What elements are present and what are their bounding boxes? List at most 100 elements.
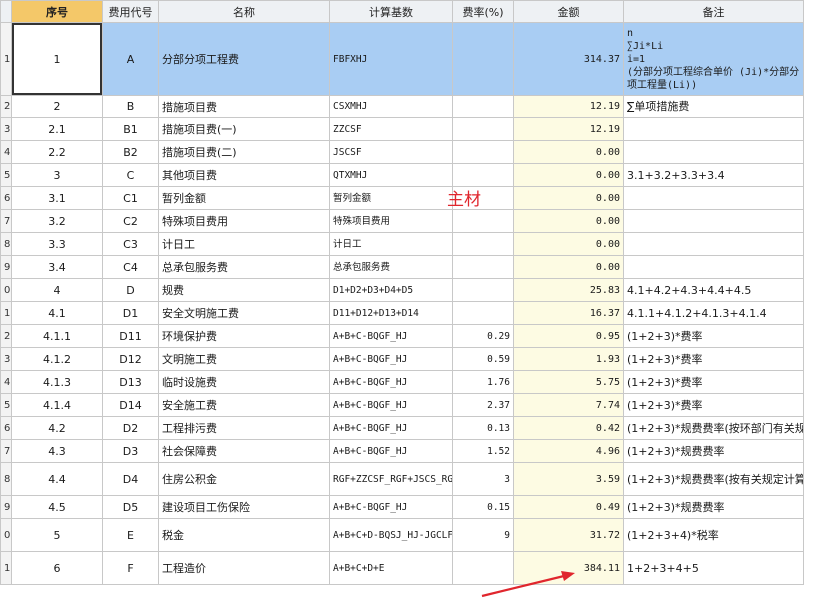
- table-row[interactable]: 4 4.1.3 D13 临时设施费 A+B+C-BQGF_HJ 1.76 5.75 (1+2+…: [0, 370, 804, 394]
- amount-cell[interactable]: 25.83: [513, 278, 624, 302]
- column-header-base[interactable]: 计算基数: [329, 0, 453, 23]
- row-number-cell[interactable]: 9: [0, 495, 12, 519]
- code-cell[interactable]: C1: [102, 186, 159, 210]
- name-cell[interactable]: 工程排污费: [158, 416, 330, 440]
- code-cell[interactable]: D2: [102, 416, 159, 440]
- amount-cell[interactable]: 0.42: [513, 416, 624, 440]
- amount-cell[interactable]: 12.19: [513, 95, 624, 118]
- seq-cell[interactable]: 3.4: [11, 255, 103, 279]
- table-row[interactable]: 5 3 C 其他项目费 QTXMHJ 0.00 3.1+3.2+3.3+3.4: [0, 163, 804, 187]
- note-cell[interactable]: 3.1+3.2+3.3+3.4: [623, 163, 804, 187]
- note-cell[interactable]: (1+2+3)*规费费率(按有关规定计算): [623, 462, 804, 496]
- note-cell[interactable]: (1+2+3+4)*税率: [623, 518, 804, 552]
- amount-cell[interactable]: 0.00: [513, 232, 624, 256]
- row-number-cell[interactable]: 7: [0, 439, 12, 463]
- row-number-cell[interactable]: 0: [0, 518, 12, 552]
- base-cell[interactable]: D1+D2+D3+D4+D5: [329, 278, 453, 302]
- base-cell[interactable]: CSXMHJ: [329, 95, 453, 118]
- row-number-cell[interactable]: 5: [0, 393, 12, 417]
- name-cell[interactable]: 安全文明施工费: [158, 301, 330, 325]
- seq-cell[interactable]: 4.1: [11, 301, 103, 325]
- name-cell[interactable]: 文明施工费: [158, 347, 330, 371]
- amount-cell[interactable]: 0.00: [513, 163, 624, 187]
- name-cell[interactable]: 环境保护费: [158, 324, 330, 348]
- table-row[interactable]: 84.4D4住房公积金RGF+ZZCSF_RGF+JSCS_RGF-BQGF_R…: [0, 462, 804, 496]
- rate-cell[interactable]: [452, 301, 514, 325]
- amount-cell[interactable]: 7.74: [513, 393, 624, 417]
- note-cell[interactable]: [623, 186, 804, 210]
- amount-cell[interactable]: 5.75: [513, 370, 624, 394]
- amount-cell[interactable]: 16.37: [513, 301, 624, 325]
- note-cell[interactable]: (1+2+3)*费率: [623, 347, 804, 371]
- rate-cell[interactable]: [452, 278, 514, 302]
- table-row[interactable]: 1 1 A 分部分项工程费 FBFXHJ 314.37 n ∑Ji*Li i=1 (分部分项…: [0, 22, 804, 96]
- code-cell[interactable]: D12: [102, 347, 159, 371]
- code-cell[interactable]: C4: [102, 255, 159, 279]
- rate-cell[interactable]: [452, 95, 514, 118]
- row-number-cell[interactable]: 7: [0, 209, 12, 233]
- code-cell[interactable]: D5: [102, 495, 159, 519]
- row-number-cell[interactable]: 8: [0, 462, 12, 496]
- row-number-cell[interactable]: 4: [0, 370, 12, 394]
- name-cell[interactable]: 临时设施费: [158, 370, 330, 394]
- amount-cell[interactable]: 0.00: [513, 140, 624, 164]
- table-row[interactable]: 3 2.1 B1 措施项目费(一) ZZCSF 12.19: [0, 117, 804, 141]
- name-cell[interactable]: 其他项目费: [158, 163, 330, 187]
- code-cell[interactable]: D3: [102, 439, 159, 463]
- base-cell[interactable]: A+B+C-BQGF_HJ: [329, 495, 453, 519]
- rate-cell[interactable]: [452, 232, 514, 256]
- rate-cell[interactable]: 3: [452, 462, 514, 496]
- row-number-cell[interactable]: 8: [0, 232, 12, 256]
- code-cell[interactable]: D11: [102, 324, 159, 348]
- seq-cell[interactable]: 4: [11, 278, 103, 302]
- code-cell[interactable]: B: [102, 95, 159, 118]
- amount-cell[interactable]: 0.49: [513, 495, 624, 519]
- base-cell[interactable]: RGF+ZZCSF_RGF+JSCS_RGF-BQGF_RGF: [329, 462, 453, 496]
- table-row[interactable]: 7 3.2 C2 特殊项目费用 特殊项目费用 0.00: [0, 209, 804, 233]
- base-cell[interactable]: A+B+C-BQGF_HJ: [329, 347, 453, 371]
- table-row[interactable]: 8 3.3 C3 计日工 计日工 0.00: [0, 232, 804, 256]
- rate-cell[interactable]: 0.59: [452, 347, 514, 371]
- table-row[interactable]: 9 3.4 C4 总承包服务费 总承包服务费 0.00: [0, 255, 804, 279]
- row-number-cell[interactable]: 2: [0, 95, 12, 118]
- amount-cell[interactable]: 4.96: [513, 439, 624, 463]
- rate-cell[interactable]: 9: [452, 518, 514, 552]
- name-cell[interactable]: 规费: [158, 278, 330, 302]
- row-number-cell[interactable]: 2: [0, 324, 12, 348]
- rate-cell[interactable]: [452, 22, 514, 96]
- code-cell[interactable]: D14: [102, 393, 159, 417]
- amount-cell[interactable]: 0.00: [513, 209, 624, 233]
- rate-cell[interactable]: 2.37: [452, 393, 514, 417]
- column-header-amount[interactable]: 金额: [513, 0, 624, 23]
- code-cell[interactable]: C3: [102, 232, 159, 256]
- name-cell[interactable]: 措施项目费(一): [158, 117, 330, 141]
- code-cell[interactable]: A: [102, 22, 159, 96]
- code-cell[interactable]: E: [102, 518, 159, 552]
- name-cell[interactable]: 措施项目费(二): [158, 140, 330, 164]
- seq-cell[interactable]: 4.5: [11, 495, 103, 519]
- seq-cell[interactable]: 6: [11, 551, 103, 585]
- base-cell[interactable]: JSCSF: [329, 140, 453, 164]
- note-cell[interactable]: [623, 117, 804, 141]
- name-cell[interactable]: 特殊项目费用: [158, 209, 330, 233]
- name-cell[interactable]: 住房公积金: [158, 462, 330, 496]
- table-row[interactable]: 6 3.1 C1 暂列金额 暂列金额 0.00: [0, 186, 804, 210]
- row-number-cell[interactable]: 3: [0, 117, 12, 141]
- rate-cell[interactable]: [452, 551, 514, 585]
- seq-cell[interactable]: 4.3: [11, 439, 103, 463]
- amount-cell[interactable]: 0.00: [513, 186, 624, 210]
- base-cell[interactable]: 总承包服务费: [329, 255, 453, 279]
- name-cell[interactable]: 工程造价: [158, 551, 330, 585]
- rate-cell[interactable]: 0.15: [452, 495, 514, 519]
- row-number-cell[interactable]: 3: [0, 347, 12, 371]
- base-cell[interactable]: A+B+C-BQGF_HJ: [329, 393, 453, 417]
- note-cell[interactable]: [623, 209, 804, 233]
- column-header-seq[interactable]: 序号: [11, 0, 103, 23]
- table-row[interactable]: 1 4.1 D1 安全文明施工费 D11+D12+D13+D14 16.37 4.1.1+4…: [0, 301, 804, 325]
- column-header-name[interactable]: 名称: [158, 0, 330, 23]
- table-row[interactable]: 6 4.2 D2 工程排污费 A+B+C-BQGF_HJ 0.13 0.42 (1+2+3)*…: [0, 416, 804, 440]
- note-cell[interactable]: (1+2+3)*费率: [623, 370, 804, 394]
- base-cell[interactable]: 特殊项目费用: [329, 209, 453, 233]
- code-cell[interactable]: D: [102, 278, 159, 302]
- code-cell[interactable]: D13: [102, 370, 159, 394]
